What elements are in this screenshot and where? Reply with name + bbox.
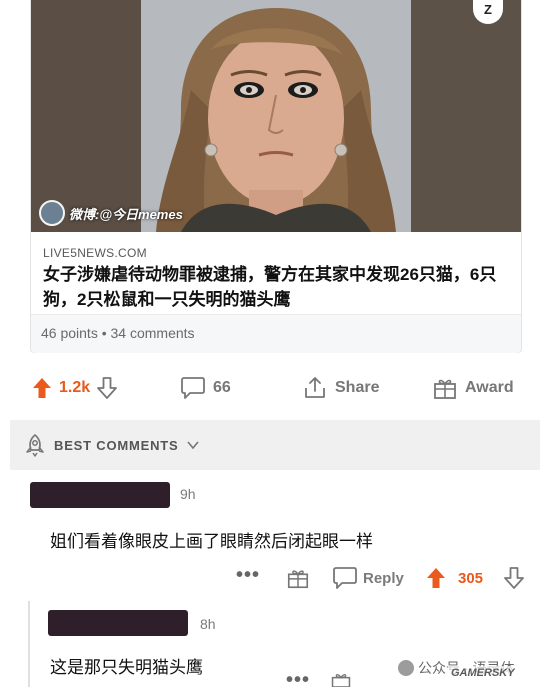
share-label: Share [335, 379, 380, 396]
award-gift-icon[interactable] [330, 670, 352, 687]
comments-button[interactable]: 66 [180, 366, 231, 410]
share-button[interactable]: Share [302, 366, 379, 410]
upvote-arrow-icon[interactable] [426, 566, 446, 590]
award-button[interactable]: Award [432, 366, 514, 410]
points-comments-meta: 46 points • 34 comments [41, 325, 195, 341]
comment-score: 305 [458, 569, 484, 587]
mugshot-illustration [31, 0, 521, 232]
comments-count: 66 [213, 379, 231, 396]
more-dots-icon[interactable]: ••• [236, 563, 260, 593]
reply-button[interactable]: Reply [332, 563, 404, 593]
redacted-username [30, 482, 170, 508]
reply-label: Reply [363, 569, 404, 587]
upvote-count: 1.2k [59, 379, 91, 396]
comment-bubble-icon [181, 377, 205, 399]
upvote-arrow-icon[interactable] [32, 377, 52, 399]
thread-line[interactable] [28, 601, 30, 687]
comment-text: 这是那只失明猫头鹰 [50, 658, 203, 677]
wechat-logo-icon [398, 660, 414, 676]
comment-sort-selector[interactable]: BEST COMMENTS [10, 420, 540, 470]
card-footer: 46 points • 34 comments [31, 314, 521, 353]
mugshot-photo[interactable]: Z 微博:@今日memes [31, 0, 521, 232]
downvote-arrow-icon[interactable] [504, 566, 524, 590]
link-headline[interactable]: 女子涉嫌虐待动物罪被逮捕，警方在其家中发现26只猫，6只狗，2只松鼠和一只失明的… [43, 262, 513, 312]
redacted-username [48, 610, 188, 636]
link-preview-card[interactable]: Z 微博:@今日memes LIVE5NEWS.COM 女子涉嫌虐待动物罪被逮捕… [30, 0, 522, 353]
award-gift-icon[interactable] [286, 566, 310, 590]
weibo-watermark-text: 微博:@今日memes [69, 206, 183, 222]
comment-bubble-icon [333, 567, 357, 589]
vote-group: 1.2k [32, 366, 118, 410]
award-gift-icon [434, 379, 456, 399]
best-comments-rocket-icon [26, 434, 44, 457]
share-icon [305, 377, 325, 398]
link-domain[interactable]: LIVE5NEWS.COM [43, 246, 147, 260]
chevron-down-icon [186, 441, 199, 450]
weibo-logo-icon [39, 200, 65, 226]
comment-timestamp: 8h [200, 616, 216, 632]
comment-timestamp: 9h [180, 486, 196, 502]
weibo-watermark: 微博:@今日memes [39, 200, 183, 226]
comment-text: 姐们看着像眼皮上画了眼睛然后闭起眼一样 [50, 532, 373, 551]
award-label: Award [465, 379, 514, 396]
downvote-arrow-icon[interactable] [97, 377, 118, 399]
post-action-bar: 1.2k 66 Share Award [0, 366, 550, 410]
comment-sort-label: BEST COMMENTS [54, 437, 179, 453]
more-dots-icon[interactable]: ••• [286, 668, 310, 698]
gamersky-watermark: GAMERSKY [448, 666, 518, 680]
comment-action-bar: ••• Reply 305 [0, 563, 550, 593]
